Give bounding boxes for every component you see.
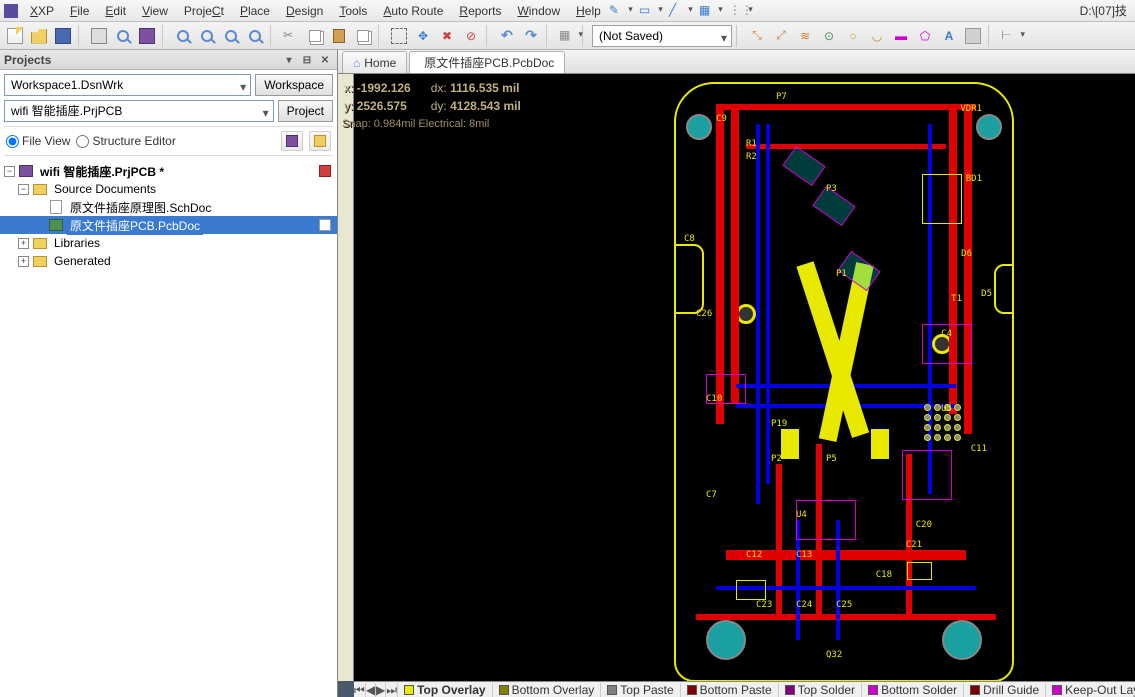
ruler-vertical	[338, 74, 354, 681]
document-tabs: ⌂Home 原文件插座PCB.PcbDoc	[338, 50, 1135, 74]
tb-save[interactable]	[52, 25, 74, 47]
panel-pin-button[interactable]: ⊟	[299, 53, 315, 67]
tb-place-fill[interactable]: ▬	[890, 25, 912, 47]
menu-view[interactable]: View	[134, 2, 176, 20]
tree-source-documents[interactable]: − Source Documents	[0, 180, 337, 198]
coordinate-readout: x: -1992.126 dx: 1116.535 mil y: 2526.57…	[342, 78, 541, 132]
tb-place-poly[interactable]: ⬠	[914, 25, 936, 47]
tb-place-comp[interactable]	[962, 25, 984, 47]
tb-clear[interactable]: ⊘	[460, 25, 482, 47]
tree-generated[interactable]: + Generated	[0, 252, 337, 270]
layer-nav-first[interactable]: ⏮	[354, 683, 366, 697]
tb-duplicate[interactable]	[352, 25, 374, 47]
panel-tool1-button[interactable]	[281, 131, 303, 151]
tab-pcb-doc[interactable]: 原文件插座PCB.PcbDoc	[409, 51, 565, 73]
menu-design[interactable]: Design	[278, 2, 331, 20]
menu-place[interactable]: Place	[232, 2, 278, 20]
menu-bar: XXP File Edit View ProjeCt Place Design …	[0, 0, 1135, 22]
tb-saved-combo[interactable]: (Not Saved)	[592, 25, 732, 47]
tb-place-pad[interactable]: ○	[842, 25, 864, 47]
menu-tools[interactable]: Tools	[331, 2, 375, 20]
main-toolbar: ✂ ✥ ✖ ⊘ ↶ ↷ ▦ (Not Saved) ⤡ ⤢ ≋ ⊙ ○ ◡ ▬ …	[0, 22, 1135, 50]
project-tree[interactable]: − wifi 智能插座.PrjPCB * − Source Documents …	[0, 160, 337, 697]
tb-paste[interactable]	[328, 25, 350, 47]
tree-project-root[interactable]: − wifi 智能插座.PrjPCB *	[0, 162, 337, 180]
tb-place-string[interactable]: A	[938, 25, 960, 47]
tb-zoom-area[interactable]	[172, 25, 194, 47]
layer-tab-bottom-solder[interactable]: Bottom Solder	[862, 683, 964, 697]
workspace-combo[interactable]: Workspace1.DsnWrk	[4, 74, 251, 96]
pcb-canvas[interactable]: P7 C9 VDR1 R1 R2 BD1 P3 C8 D6 D5 P1 T1 C…	[354, 74, 1135, 681]
modified-icon	[319, 165, 331, 177]
panel-close-button[interactable]: ✕	[317, 53, 333, 67]
menu-reports[interactable]: Reports	[451, 2, 509, 20]
project-combo[interactable]: wifi 智能插座.PrjPCB	[4, 100, 274, 122]
layer-tabs: ⏮ ◀ ▶ ⏭ Top Overlay Bottom Overlay Top P…	[354, 681, 1135, 697]
tree-libraries[interactable]: + Libraries	[0, 234, 337, 252]
tb-cut[interactable]: ✂	[280, 25, 302, 47]
projects-panel: Projects ▾ ⊟ ✕ Workspace1.DsnWrk Workspa…	[0, 50, 338, 697]
tb-zoom-select[interactable]	[220, 25, 242, 47]
tb-dim-dropdown[interactable]: ⊢	[998, 25, 1020, 47]
tb-new[interactable]	[4, 25, 26, 47]
main-area: ⌂Home 原文件插座PCB.PcbDoc x: -1992.126 dx: 1…	[338, 50, 1135, 697]
title-path: D:\[07]技	[1080, 2, 1131, 19]
tb-mode4-dropdown[interactable]: ▦	[699, 3, 727, 19]
tb-mode5-dropdown[interactable]: ⋮⋮	[729, 3, 757, 19]
layer-tab-top-overlay[interactable]: Top Overlay	[398, 683, 492, 697]
tb-undo[interactable]: ↶	[496, 25, 518, 47]
panel-menu-button[interactable]: ▾	[281, 53, 297, 67]
app-logo-icon	[4, 4, 18, 18]
tb-deselect[interactable]: ✖	[436, 25, 458, 47]
layer-tab-top-paste[interactable]: Top Paste	[601, 683, 680, 697]
menu-autoroute[interactable]: Auto Route	[375, 2, 451, 20]
tb-route-multi[interactable]: ≋	[794, 25, 816, 47]
panel-tool2-button[interactable]	[309, 131, 331, 151]
tb-place-arc[interactable]: ◡	[866, 25, 888, 47]
tb-move[interactable]: ✥	[412, 25, 434, 47]
tb-zoom-last[interactable]	[244, 25, 266, 47]
tb-route-diff[interactable]: ⤢	[770, 25, 792, 47]
tb-route-track[interactable]: ⤡	[746, 25, 768, 47]
tb-mode3-dropdown[interactable]: ╱	[669, 3, 697, 19]
tb-preview[interactable]	[112, 25, 134, 47]
layer-nav-prev[interactable]: ◀	[366, 683, 376, 697]
file-view-radio[interactable]: File View	[6, 134, 70, 148]
projects-title-label: Projects	[4, 53, 51, 67]
tab-home[interactable]: ⌂Home	[342, 51, 407, 73]
tb-select-rect[interactable]	[388, 25, 410, 47]
tb-print[interactable]	[88, 25, 110, 47]
layer-tab-bottom-paste[interactable]: Bottom Paste	[681, 683, 779, 697]
layer-tab-keepout[interactable]: Keep-Out Layer	[1046, 683, 1135, 697]
tb-grid-dropdown[interactable]: ▦	[556, 25, 578, 47]
tb-mode1-dropdown[interactable]: ✎	[609, 3, 637, 19]
structure-editor-radio[interactable]: Structure Editor	[76, 134, 175, 148]
tb-redo[interactable]: ↷	[520, 25, 542, 47]
menu-dxp[interactable]: XXP	[22, 2, 62, 20]
menu-help[interactable]: Help	[568, 2, 609, 20]
project-button[interactable]: Project	[278, 100, 333, 122]
layer-nav-last[interactable]: ⏭	[386, 683, 398, 697]
layer-tab-top-solder[interactable]: Top Solder	[779, 683, 862, 697]
pcb-board-outline: P7 C9 VDR1 R1 R2 BD1 P3 C8 D6 D5 P1 T1 C…	[674, 82, 1014, 681]
open-doc-icon	[319, 219, 331, 231]
layer-nav-next[interactable]: ▶	[376, 683, 386, 697]
menu-file[interactable]: File	[62, 2, 97, 20]
tb-mode2-dropdown[interactable]: ▭	[639, 3, 667, 19]
menu-window[interactable]: Window	[509, 2, 568, 20]
tb-place-via[interactable]: ⊙	[818, 25, 840, 47]
tree-sch-doc[interactable]: 原文件插座原理图.SchDoc	[0, 198, 337, 216]
tb-library[interactable]	[136, 25, 158, 47]
menu-edit[interactable]: Edit	[97, 2, 134, 20]
menu-project[interactable]: ProjeCt	[176, 2, 232, 20]
projects-panel-title: Projects ▾ ⊟ ✕	[0, 50, 337, 70]
tb-open[interactable]	[28, 25, 50, 47]
tree-pcb-doc[interactable]: 原文件插座PCB.PcbDoc	[0, 216, 337, 234]
workspace-button[interactable]: Workspace	[255, 74, 333, 96]
layer-tab-bottom-overlay[interactable]: Bottom Overlay	[493, 683, 602, 697]
layer-tab-drill-guide[interactable]: Drill Guide	[964, 683, 1046, 697]
tb-zoom-fit[interactable]	[196, 25, 218, 47]
tb-copy[interactable]	[304, 25, 326, 47]
